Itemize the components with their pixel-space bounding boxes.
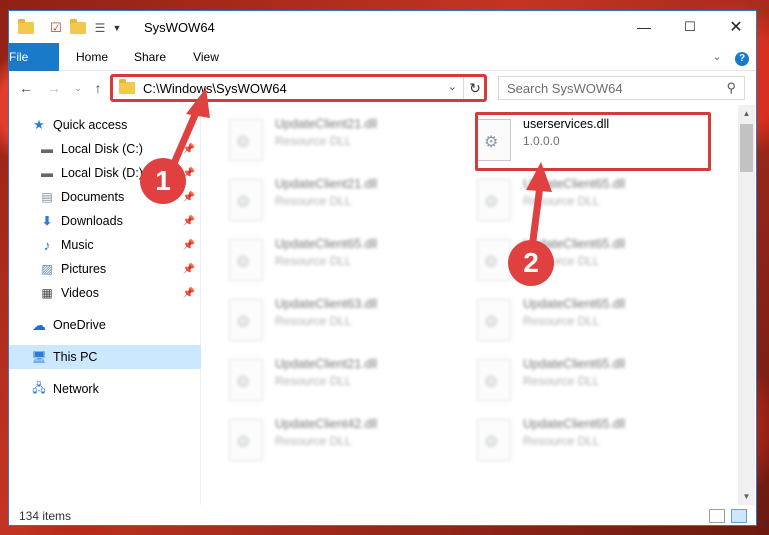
arrow-2-head	[526, 162, 552, 192]
arrow-1-head	[186, 88, 210, 118]
arrow-1-line	[168, 104, 202, 172]
step-2-badge: 2	[508, 240, 554, 286]
arrow-2-line	[528, 182, 544, 252]
step-1-badge: 1	[140, 158, 186, 204]
annotation-arrows	[168, 88, 552, 252]
